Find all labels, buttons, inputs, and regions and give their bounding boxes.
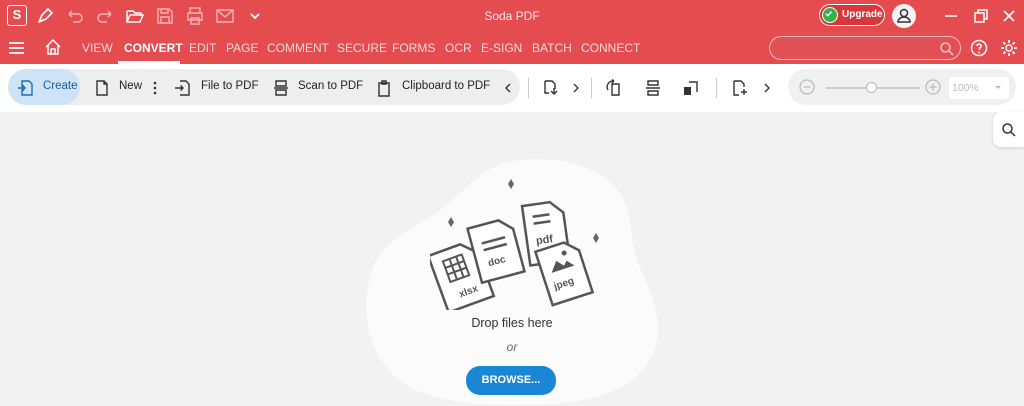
zoom-select[interactable]: 100% <box>949 77 1009 99</box>
user-icon <box>897 8 911 23</box>
divider <box>591 78 592 98</box>
upgrade-button[interactable]: Upgrade <box>819 4 885 26</box>
convert-from-pdf-icon[interactable] <box>541 78 561 98</box>
jpeg-file-icon: jpeg <box>533 241 595 307</box>
tab-connect[interactable]: CONNECT <box>581 41 640 55</box>
drop-files-text: Drop files here <box>471 316 553 330</box>
browse-button[interactable]: BROWSE... <box>466 366 556 395</box>
chevron-down-icon <box>991 80 1005 99</box>
convert-toolbar: Create New File to PDF Scan to PDF Clipb… <box>0 64 1024 112</box>
file-to-pdf-icon <box>173 78 193 98</box>
help-icon[interactable] <box>968 37 990 59</box>
side-search-button[interactable] <box>993 112 1024 147</box>
zoom-control: 100% <box>788 69 1016 105</box>
tab-ocr[interactable]: OCR <box>445 41 472 55</box>
tab-page[interactable]: PAGE <box>226 41 258 55</box>
chevron-left-icon[interactable] <box>498 78 518 98</box>
upgrade-label: Upgrade <box>842 9 883 20</box>
tab-batch[interactable]: BATCH <box>532 41 572 55</box>
file-types-illustration: xlsx doc pdf jpeg <box>430 179 599 310</box>
clipboard-icon <box>374 78 394 98</box>
new-document-icon[interactable] <box>92 78 112 98</box>
or-separator: or <box>506 340 518 354</box>
search-icon[interactable] <box>936 38 958 60</box>
tab-secure[interactable]: SECURE <box>337 41 387 55</box>
split-page-icon[interactable] <box>643 78 663 98</box>
check-icon <box>822 7 838 23</box>
zoom-out-icon[interactable] <box>797 77 817 97</box>
scan-to-pdf-button[interactable]: Scan to PDF <box>298 80 363 92</box>
home-icon[interactable] <box>42 36 64 58</box>
divider <box>716 78 717 98</box>
title-bar: S Soda PDF Upgrade <box>0 0 1024 32</box>
tab-edit[interactable]: EDIT <box>189 41 216 55</box>
restore-icon[interactable] <box>970 5 992 27</box>
rotate-page-icon[interactable] <box>604 78 624 98</box>
chevron-right-icon[interactable] <box>757 78 777 98</box>
tab-comment[interactable]: COMMENT <box>267 41 329 55</box>
crop-page-icon[interactable] <box>681 78 701 98</box>
divider <box>528 78 529 98</box>
file-to-pdf-button[interactable]: File to PDF <box>201 80 259 92</box>
close-icon[interactable] <box>998 5 1020 27</box>
more-options-icon[interactable] <box>145 78 165 98</box>
tab-convert[interactable]: CONVERT <box>124 41 183 55</box>
scan-icon <box>271 78 291 98</box>
gear-icon[interactable] <box>998 37 1020 59</box>
tab-forms[interactable]: FORMS <box>392 41 435 55</box>
create-icon <box>16 78 36 98</box>
search-input[interactable] <box>769 36 961 60</box>
app-header: S Soda PDF Upgrade VIEW CONVERT EDIT PAG… <box>0 0 1024 64</box>
zoom-in-icon[interactable] <box>923 77 943 97</box>
chevron-right-icon[interactable] <box>566 78 586 98</box>
create-label: Create <box>43 80 78 92</box>
minimize-icon[interactable] <box>940 5 962 27</box>
pdf-label: pdf <box>535 233 554 247</box>
tab-view[interactable]: VIEW <box>82 41 113 55</box>
zoom-slider-thumb[interactable] <box>866 82 877 93</box>
insert-page-icon[interactable] <box>730 78 750 98</box>
new-button[interactable]: New <box>119 80 142 92</box>
hamburger-menu-icon[interactable] <box>6 37 28 59</box>
search-icon <box>1002 123 1016 137</box>
tab-e-sign[interactable]: E-SIGN <box>481 41 522 55</box>
zoom-value: 100% <box>952 82 979 94</box>
user-avatar[interactable] <box>892 4 916 28</box>
clipboard-to-pdf-button[interactable]: Clipboard to PDF <box>402 80 490 92</box>
